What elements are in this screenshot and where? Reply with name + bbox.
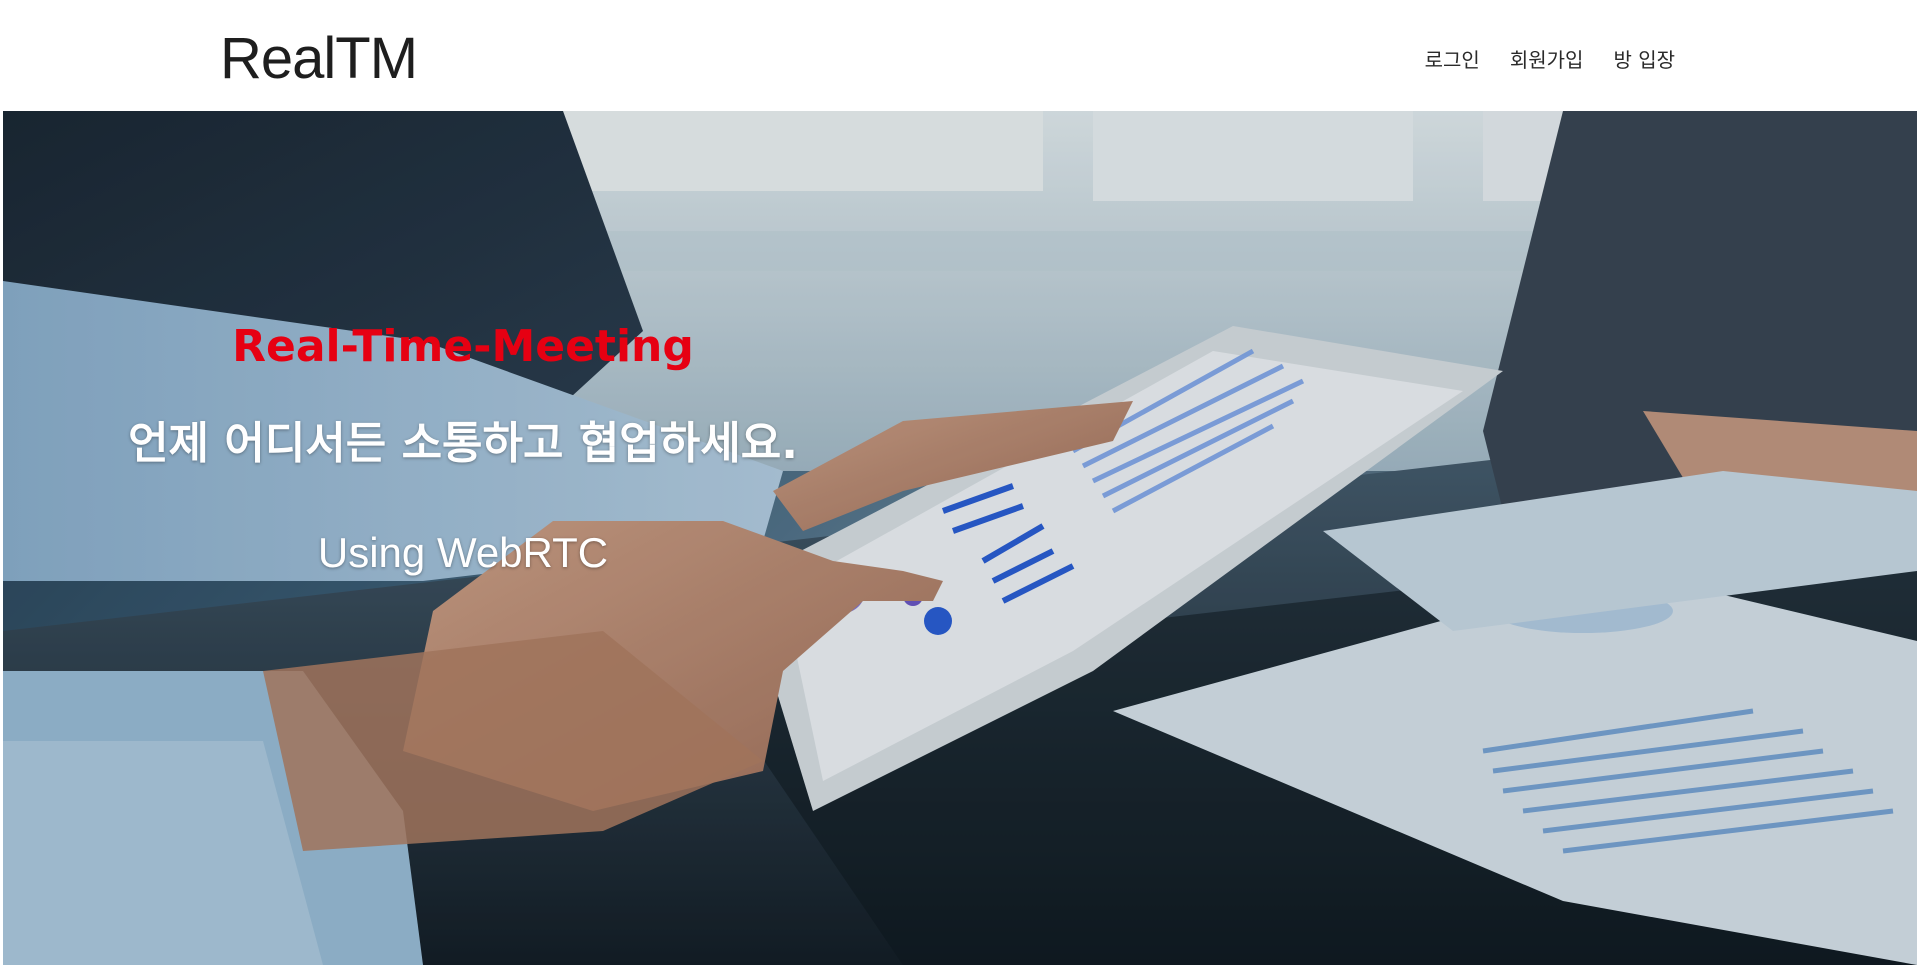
hero-title: Real-Time-Meeting — [232, 321, 694, 372]
hero-tech-caption: Using WebRTC — [317, 529, 609, 576]
hero-text-block: Real-Time-Meeting 언제 어디서든 소통하고 협업하세요. Us… — [3, 111, 923, 965]
top-nav: 로그인 회원가입 방 입장 — [1425, 44, 1675, 76]
nav-signup-link[interactable]: 회원가입 — [1510, 44, 1584, 76]
nav-login-link[interactable]: 로그인 — [1425, 44, 1480, 76]
nav-join-room-link[interactable]: 방 입장 — [1613, 44, 1675, 76]
site-header: RealTM 로그인 회원가입 방 입장 — [0, 0, 1919, 111]
hero-banner: Real-Time-Meeting 언제 어디서든 소통하고 협업하세요. Us… — [3, 111, 1917, 965]
brand-logo[interactable]: RealTM — [220, 24, 418, 94]
hero-subtitle: 언제 어디서든 소통하고 협업하세요. — [128, 418, 798, 469]
page: RealTM 로그인 회원가입 방 입장 Real-Time-Meeting 언… — [0, 0, 1919, 965]
